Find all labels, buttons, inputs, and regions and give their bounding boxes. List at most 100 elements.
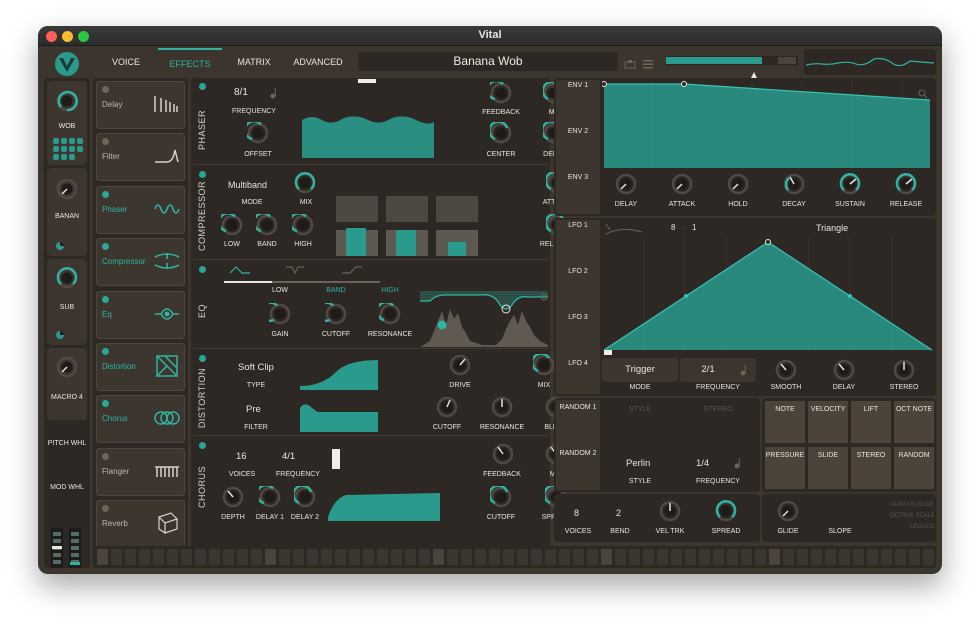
vital-logo-icon[interactable] [52, 50, 82, 78]
compressor-high-knob[interactable] [292, 214, 314, 236]
fx-slot-flanger[interactable]: Flanger [96, 447, 185, 496]
env-delay-knob[interactable] [615, 173, 637, 195]
mod-source-lift[interactable]: LIFT [850, 400, 892, 444]
mod-wheel[interactable] [69, 528, 81, 568]
fx-slot-filter[interactable]: Filter [96, 133, 185, 182]
macro-2-mod-icon[interactable] [55, 238, 65, 250]
lfo-delay-knob[interactable] [833, 359, 855, 381]
mod-source-slide[interactable]: SLIDE [807, 446, 849, 490]
phaser-feedback-knob[interactable] [490, 82, 512, 104]
compressor-mix-knob[interactable] [294, 172, 316, 194]
env-tab-1[interactable]: ENV 1 [568, 82, 588, 89]
mod-source-random[interactable]: RANDOM [893, 446, 935, 490]
preset-name[interactable]: Banana Wob [358, 52, 618, 71]
save-icon[interactable] [624, 56, 636, 69]
lfo-smooth-curve-icon[interactable] [602, 222, 658, 236]
random-tab-1[interactable]: RANDOM 1 [560, 404, 597, 411]
volume-pointer-icon[interactable] [751, 65, 757, 78]
phaser-offset-knob[interactable] [247, 122, 269, 144]
chorus-depth-knob[interactable] [222, 486, 244, 508]
compressor-mode-value[interactable]: Multiband [228, 180, 267, 190]
lfo-graph[interactable] [602, 236, 934, 352]
lfo-smooth-knob[interactable] [775, 359, 797, 381]
chorus-delay1-knob[interactable] [259, 486, 281, 508]
eq-power-button[interactable] [199, 266, 206, 273]
random-tab-2[interactable]: RANDOM 2 [560, 450, 597, 457]
velocity-tracking-knob[interactable] [659, 500, 681, 522]
lfo-grid-y[interactable]: 1 [692, 223, 696, 232]
mod-source-note[interactable]: NOTE [764, 400, 806, 444]
fx-phaser-power-button[interactable] [102, 190, 109, 198]
distortion-cutoff-knob[interactable] [436, 396, 458, 418]
fx-slot-distortion[interactable]: Distortion [96, 343, 185, 391]
mod-source-stereo[interactable]: STEREO [850, 446, 892, 490]
macro-3-mod-icon[interactable] [55, 327, 65, 339]
lfo-tab-2[interactable]: LFO 2 [568, 268, 587, 275]
chorus-filter-display[interactable] [328, 489, 440, 521]
phaser-power-button[interactable] [199, 83, 206, 90]
compressor-band-knob[interactable] [256, 214, 278, 236]
glide-options[interactable]: ALWAYS GLIDE OCTAVE SCALE LEGATO [890, 500, 934, 533]
eq-cutoff-knob[interactable] [325, 303, 347, 325]
eq-resonance-knob[interactable] [379, 303, 401, 325]
distortion-drive-knob[interactable] [449, 354, 471, 376]
distortion-filter-display[interactable] [300, 400, 378, 432]
random-frequency-value[interactable]: 1/4 [696, 458, 709, 469]
compressor-low-knob[interactable] [221, 214, 243, 236]
fx-reverb-power-button[interactable] [102, 505, 109, 513]
lfo-stereo-knob[interactable] [893, 359, 915, 381]
macro-3-knob[interactable] [56, 267, 78, 289]
menu-icon[interactable] [642, 56, 654, 69]
eq-gain-knob[interactable] [269, 303, 291, 325]
fx-delay-power-button[interactable] [102, 86, 109, 93]
distortion-power-button[interactable] [199, 355, 206, 362]
eq-spectrum-display[interactable] [420, 291, 548, 347]
compressor-band-display[interactable] [334, 196, 482, 256]
fx-slot-delay[interactable]: Delay [96, 81, 185, 129]
phaser-response-display[interactable] [300, 112, 436, 160]
tab-advanced[interactable]: ADVANCED [286, 48, 350, 76]
zoom-icon[interactable] [918, 86, 928, 99]
voice-count-value[interactable]: 8 [574, 508, 579, 518]
lfo-tab-1[interactable]: LFO 1 [568, 222, 587, 229]
chorus-cutoff-knob[interactable] [490, 486, 512, 508]
macro-4-knob[interactable] [56, 356, 78, 378]
fx-flanger-power-button[interactable] [102, 452, 109, 460]
envelope-graph[interactable] [601, 80, 934, 168]
fx-eq-power-button[interactable] [102, 295, 109, 303]
fx-slot-compressor[interactable]: Compressor [96, 238, 185, 287]
chorus-feedback-knob[interactable] [492, 443, 514, 465]
lfo-phase-marker[interactable] [604, 350, 612, 355]
mod-source-velocity[interactable]: VELOCITY [807, 400, 849, 444]
fx-slot-eq[interactable]: Eq [96, 290, 185, 339]
chorus-frequency-value[interactable]: 4/1 [282, 451, 295, 462]
fx-chorus-power-button[interactable] [102, 400, 109, 408]
pitch-wheel[interactable] [51, 528, 63, 568]
random-style-value[interactable]: Perlin [626, 458, 650, 469]
env-attack-knob[interactable] [671, 173, 693, 195]
fx-filter-power-button[interactable] [102, 138, 109, 146]
env-decay-knob[interactable] [783, 173, 805, 195]
lfo-shape-name[interactable]: Triangle [816, 223, 848, 233]
lfo-sync-note-icon[interactable] [740, 363, 748, 376]
chorus-voices-value[interactable]: 16 [236, 451, 247, 462]
random-sync-note-icon[interactable] [734, 456, 742, 469]
env-sustain-knob[interactable] [839, 173, 861, 195]
macro-1-mod-icon[interactable] [53, 138, 83, 160]
keyboard[interactable] [93, 546, 936, 568]
always-glide-option[interactable]: ALWAYS GLIDE [890, 500, 934, 511]
fx-slot-reverb[interactable]: Reverb [96, 500, 185, 549]
chorus-delay2-knob[interactable] [294, 486, 316, 508]
distortion-curve-display[interactable] [300, 356, 378, 390]
distortion-resonance-knob[interactable] [491, 396, 513, 418]
env-tab-2[interactable]: ENV 2 [568, 128, 588, 135]
fx-compressor-power-button[interactable] [102, 243, 109, 251]
legato-option[interactable]: LEGATO [890, 522, 934, 533]
pitch-bend-value[interactable]: 2 [616, 508, 621, 518]
chorus-power-button[interactable] [199, 442, 206, 449]
phaser-center-knob[interactable] [490, 122, 512, 144]
fx-slot-phaser[interactable]: Phaser [96, 185, 185, 234]
lfo-grid-x[interactable]: 8 [671, 223, 675, 232]
volume-meter[interactable] [666, 56, 798, 65]
macro-1-knob[interactable] [56, 90, 78, 112]
